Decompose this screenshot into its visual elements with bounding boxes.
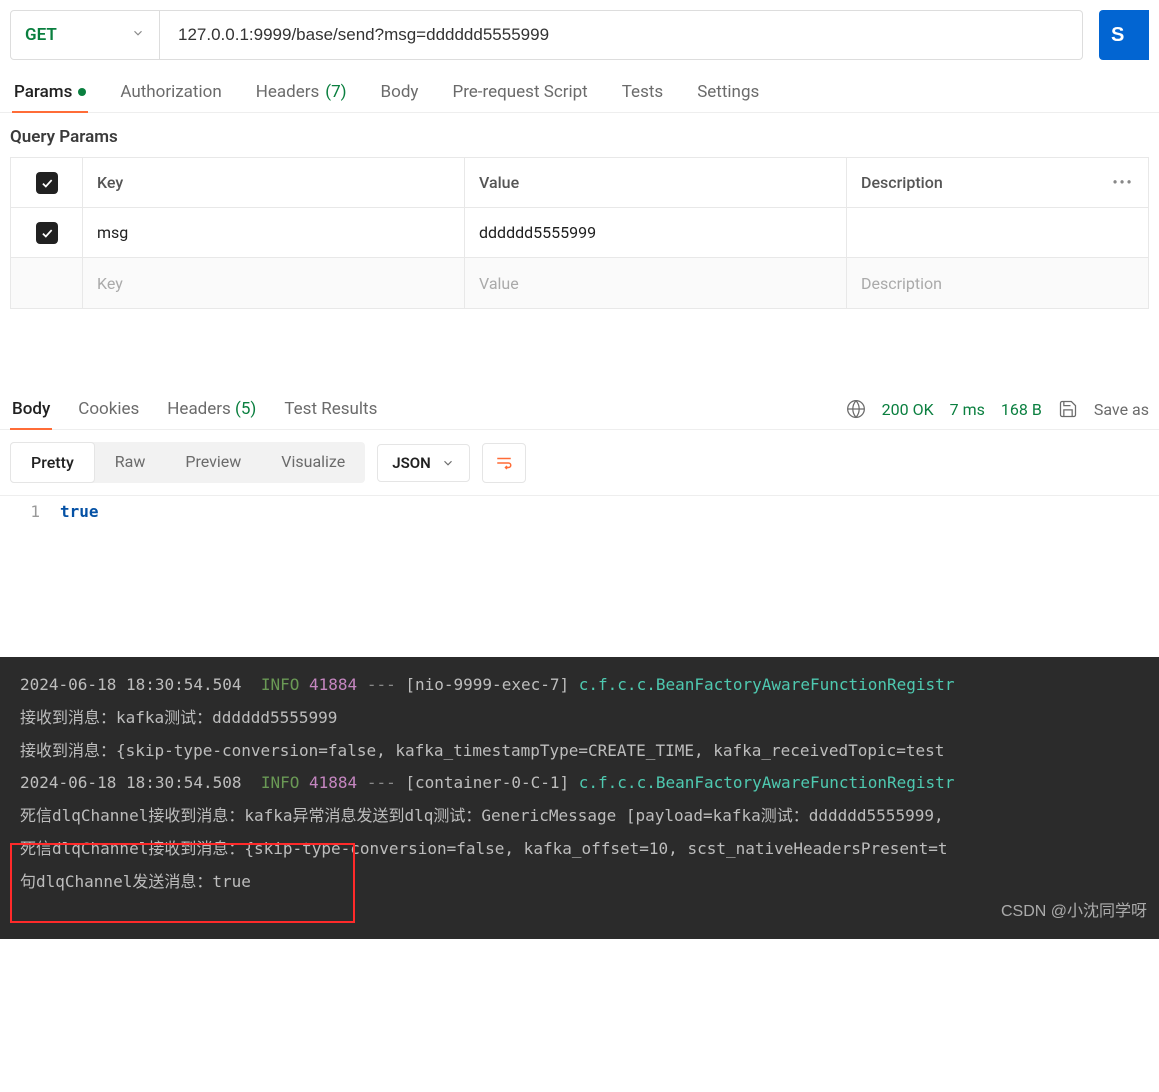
dot-icon [78, 88, 86, 96]
status-code: 200 OK [882, 400, 934, 419]
request-bar: GET S [0, 0, 1159, 70]
row-actions [1098, 208, 1148, 257]
param-desc-placeholder[interactable]: Description [847, 258, 1098, 308]
tab-params[interactable]: Params [12, 76, 88, 112]
watermark: CSDN @小沈同学呀 [1001, 896, 1147, 929]
row-check-cell [11, 258, 83, 308]
row-check-cell [11, 208, 83, 257]
view-tabs: Pretty Raw Preview Visualize [10, 442, 365, 483]
save-as-label[interactable]: Save as [1094, 400, 1149, 419]
status-size: 168 B [1001, 400, 1042, 419]
line-number: 1 [0, 496, 60, 527]
vtab-preview[interactable]: Preview [165, 442, 261, 483]
table-header-row: Key Value Description ••• [11, 158, 1148, 208]
response-body: 1 true [0, 495, 1159, 527]
wrap-icon [493, 454, 515, 472]
query-params-label: Query Params [0, 113, 1159, 157]
param-value-placeholder[interactable]: Value [465, 258, 847, 308]
status-time: 7 ms [950, 400, 985, 419]
header-value: Value [465, 158, 847, 207]
http-method-select[interactable]: GET [10, 10, 160, 60]
response-bar: Body Cookies Headers (5) Test Results 20… [0, 389, 1159, 430]
vtab-visualize[interactable]: Visualize [261, 442, 365, 483]
row-actions [1098, 258, 1148, 308]
tab-settings[interactable]: Settings [695, 76, 761, 112]
log-line: 死信dlqChannel接收到消息：kafka异常消息发送到dlq测试：Gene… [20, 800, 1139, 833]
log-line: 2024-06-18 18:30:54.508 INFO 41884 --- [… [20, 767, 1139, 800]
globe-icon [846, 399, 866, 419]
vtab-raw[interactable]: Raw [95, 442, 166, 483]
chevron-down-icon [131, 25, 145, 45]
rtab-headers[interactable]: Headers (5) [165, 389, 258, 429]
response-content: true [60, 496, 99, 527]
status-bar: 200 OK 7 ms 168 B Save as [846, 399, 1149, 419]
url-input[interactable] [160, 10, 1083, 60]
rtab-test-results[interactable]: Test Results [282, 389, 379, 429]
header-desc: Description [847, 158, 1098, 207]
log-line: 接收到消息：{skip-type-conversion=false, kafka… [20, 735, 1139, 768]
tab-body[interactable]: Body [379, 76, 421, 112]
log-line: 2024-06-18 18:30:54.504 INFO 41884 --- [… [20, 669, 1139, 702]
param-key[interactable]: msg [83, 208, 465, 257]
query-params-table: Key Value Description ••• msg dddddd5555… [10, 157, 1149, 309]
rtab-body[interactable]: Body [10, 389, 52, 429]
table-row: msg dddddd5555999 [11, 208, 1148, 258]
method-label: GET [25, 25, 57, 45]
log-line: 接收到消息：kafka测试：dddddd5555999 [20, 702, 1139, 735]
view-bar: Pretty Raw Preview Visualize JSON [0, 430, 1159, 483]
param-desc[interactable] [847, 208, 1098, 257]
log-line: 死信dlqChannel接收到消息：{skip-type-conversion=… [20, 833, 1139, 866]
checkbox-icon[interactable] [36, 172, 58, 194]
send-button[interactable]: S [1099, 10, 1149, 60]
tab-authorization[interactable]: Authorization [118, 76, 223, 112]
chevron-down-icon [441, 456, 455, 470]
param-value[interactable]: dddddd5555999 [465, 208, 847, 257]
wrap-lines-button[interactable] [482, 443, 526, 483]
log-line: 句dlqChannel发送消息：true [20, 866, 1139, 899]
console-output: 2024-06-18 18:30:54.504 INFO 41884 --- [… [0, 657, 1159, 939]
save-icon[interactable] [1058, 399, 1078, 419]
tab-prerequest[interactable]: Pre-request Script [450, 76, 589, 112]
response-tabs: Body Cookies Headers (5) Test Results [10, 389, 379, 429]
header-check-cell [11, 158, 83, 207]
param-key-placeholder[interactable]: Key [83, 258, 465, 308]
format-select[interactable]: JSON [377, 444, 469, 482]
header-key: Key [83, 158, 465, 207]
vtab-pretty[interactable]: Pretty [10, 442, 95, 483]
table-row-empty: Key Value Description [11, 258, 1148, 308]
request-tabs: Params Authorization Headers (7) Body Pr… [0, 70, 1159, 113]
checkbox-icon[interactable] [36, 222, 58, 244]
more-icon[interactable]: ••• [1098, 158, 1148, 207]
rtab-cookies[interactable]: Cookies [76, 389, 141, 429]
tab-headers[interactable]: Headers (7) [254, 76, 349, 112]
tab-tests[interactable]: Tests [620, 76, 665, 112]
